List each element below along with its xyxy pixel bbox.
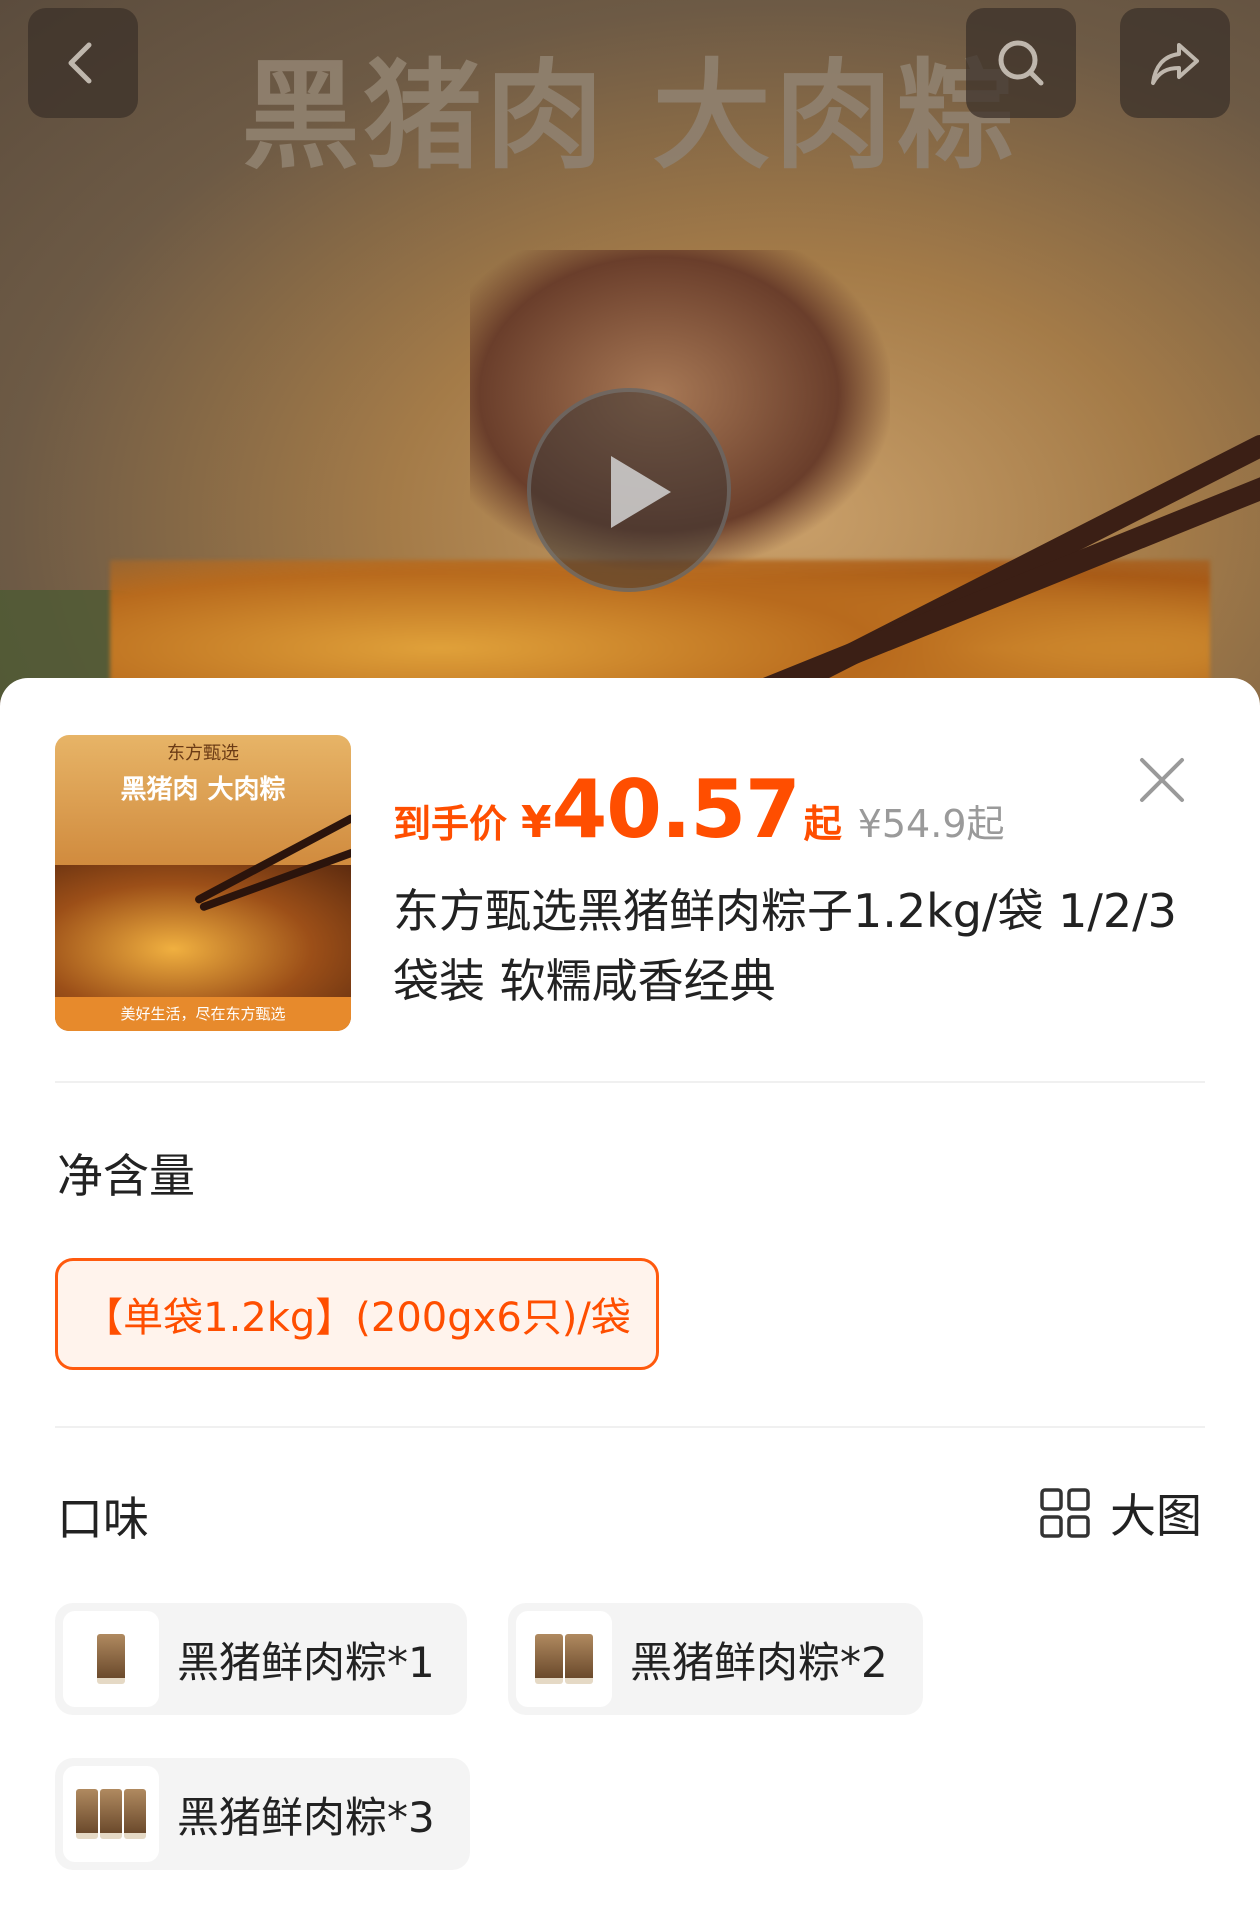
chevron-left-icon xyxy=(68,42,92,84)
flavor-option-3[interactable]: 黑猪鲜肉粽*3 xyxy=(55,1758,470,1870)
net-weight-option-label: 【单袋1.2kg】(200gx6只)/袋 xyxy=(83,1295,631,1341)
play-button[interactable] xyxy=(527,388,731,592)
product-title: 东方甄选黑猪鲜肉粽子1.2kg/袋 1/2/3袋装 软糯咸香经典 xyxy=(393,884,1177,1008)
flavor-option-image xyxy=(516,1611,612,1707)
product-video-cover[interactable]: 黑猪肉 大肉粽 xyxy=(0,0,1260,720)
net-weight-option-selected[interactable]: 【单袋1.2kg】(200gx6只)/袋 xyxy=(55,1258,659,1370)
bag-image xyxy=(100,1789,122,1839)
big-image-label: 大图 xyxy=(1110,1489,1202,1543)
flavor-option-1[interactable]: 黑猪鲜肉粽*1 xyxy=(55,1603,467,1715)
original-price: ¥54.9起 xyxy=(857,802,1005,846)
big-image-toggle[interactable]: 大图 xyxy=(1038,1483,1202,1543)
share-icon xyxy=(1151,43,1199,85)
back-button[interactable] xyxy=(28,8,138,118)
bag-image xyxy=(97,1634,125,1684)
price-value: 40.57 xyxy=(551,763,801,856)
divider xyxy=(55,1426,1205,1428)
flavor-title: 口味 xyxy=(57,1492,149,1546)
flavor-option-image xyxy=(63,1766,159,1862)
flavor-option-label: 黑猪鲜肉粽*2 xyxy=(630,1637,888,1687)
product-thumbnail[interactable]: 东方甄选 黑猪肉 大肉粽 美好生活，尽在东方甄选 xyxy=(55,735,351,1031)
thumbnail-brand: 东方甄选 xyxy=(167,743,239,764)
bag-image xyxy=(76,1789,98,1839)
thumbnail-title: 黑猪肉 大肉粽 xyxy=(120,775,286,805)
search-icon xyxy=(998,40,1044,86)
flavor-option-image xyxy=(63,1611,159,1707)
thumbnail-food-image xyxy=(55,865,351,1005)
search-button[interactable] xyxy=(966,8,1076,118)
price-suffix: 起 xyxy=(803,802,842,846)
sku-selector-sheet: 东方甄选 黑猪肉 大肉粽 美好生活，尽在东方甄选 到手价 ¥ 40.57 起 ¥… xyxy=(0,678,1260,1924)
bag-image xyxy=(535,1634,563,1684)
price-currency: ¥ xyxy=(521,797,552,848)
close-button[interactable] xyxy=(1132,750,1192,810)
flavor-option-label: 黑猪鲜肉粽*1 xyxy=(177,1637,435,1687)
close-icon xyxy=(1140,758,1184,802)
net-weight-title: 净含量 xyxy=(57,1149,195,1203)
grid-icon xyxy=(1040,1488,1090,1538)
thumbnail-slogan: 美好生活，尽在东方甄选 xyxy=(55,997,351,1031)
share-button[interactable] xyxy=(1120,8,1230,118)
play-icon xyxy=(611,456,671,528)
price-row: 到手价 ¥ 40.57 起 ¥54.9起 xyxy=(393,763,1005,863)
bag-image xyxy=(565,1634,593,1684)
price-label: 到手价 xyxy=(393,802,508,846)
bag-image xyxy=(124,1789,146,1839)
divider xyxy=(55,1081,1205,1083)
flavor-option-label: 黑猪鲜肉粽*3 xyxy=(177,1792,435,1842)
flavor-option-2[interactable]: 黑猪鲜肉粽*2 xyxy=(508,1603,923,1715)
